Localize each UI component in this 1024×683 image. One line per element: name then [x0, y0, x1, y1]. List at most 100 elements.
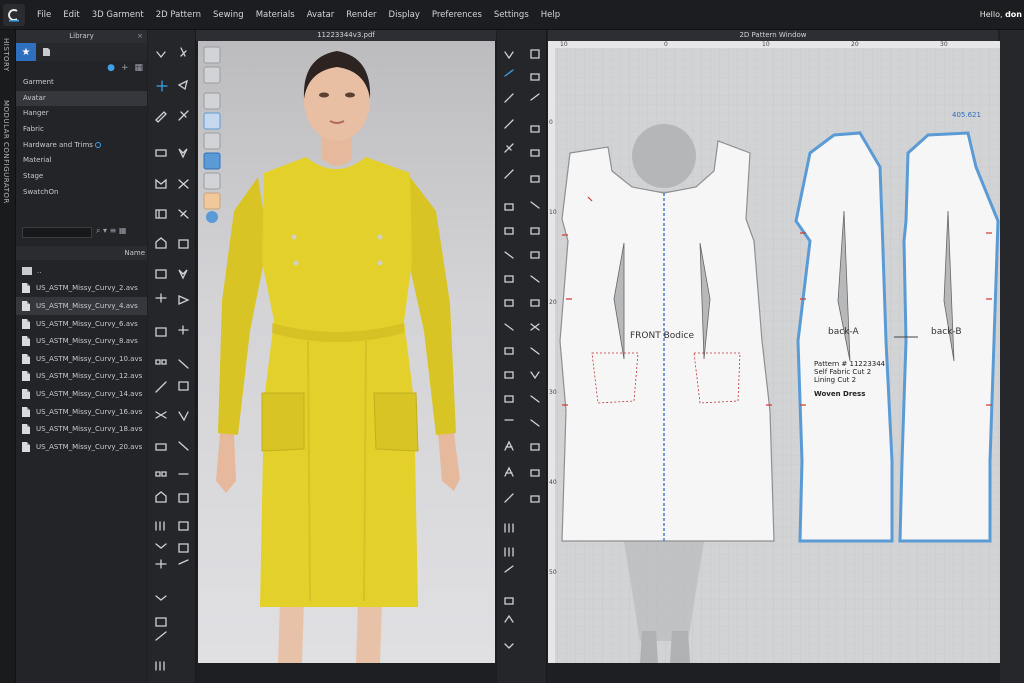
file-icon	[22, 424, 30, 435]
file-name: US_ASTM_Missy_Curvy_16.avs	[36, 407, 143, 416]
ruler-label: 10	[549, 209, 557, 216]
2d-tool-icons[interactable]	[497, 30, 547, 683]
menu-help[interactable]: Help	[535, 10, 566, 20]
library-folder-icon[interactable]	[36, 43, 56, 61]
file-icon	[22, 300, 30, 311]
3d-viewport[interactable]	[198, 41, 495, 663]
menu-2d-pattern[interactable]: 2D Pattern	[150, 10, 207, 20]
folder-icon	[22, 266, 32, 275]
list-item[interactable]: US_ASTM_Missy_Curvy_18.avs	[16, 420, 147, 438]
list-view-icon[interactable]: ≡	[110, 226, 117, 235]
library-category-garment[interactable]: Garment	[16, 75, 147, 91]
list-item[interactable]: US_ASTM_Missy_Curvy_2.avs	[16, 280, 147, 298]
list-item[interactable]: US_ASTM_Missy_Curvy_8.avs	[16, 332, 147, 350]
list-item[interactable]: US_ASTM_Missy_Curvy_10.avs	[16, 350, 147, 368]
back-b-label[interactable]: back-B	[931, 327, 962, 337]
ruler-label: 30	[549, 389, 557, 396]
file-name: US_ASTM_Missy_Curvy_2.avs	[36, 284, 138, 293]
file-icon	[22, 441, 30, 452]
library-close-icon[interactable]: ×	[137, 30, 143, 43]
user-name: don	[1005, 10, 1022, 19]
library-category-hanger[interactable]: Hanger	[16, 106, 147, 122]
app-logo-icon[interactable]	[3, 3, 25, 26]
list-item[interactable]: US_ASTM_Missy_Curvy_4.avs	[16, 297, 147, 315]
file-icon	[22, 318, 30, 329]
user-greeting[interactable]: Hello, don	[980, 10, 1022, 19]
ruler-label: 50	[549, 569, 557, 576]
modular-configurator-tab[interactable]: MODULAR CONFIGURATOR	[2, 100, 10, 204]
front-bodice-label[interactable]: FRONT Bodice	[630, 331, 694, 341]
menu-display[interactable]: Display	[383, 10, 426, 20]
menu-avatar[interactable]: Avatar	[301, 10, 341, 20]
library-header: Library ×	[16, 30, 147, 43]
library-category-fabric[interactable]: Fabric	[16, 122, 147, 138]
history-tab[interactable]: HISTORY	[2, 38, 10, 72]
ruler-label: 0	[549, 119, 553, 126]
file-icon	[22, 406, 30, 417]
3d-window-header: 11223344v3.pdf	[196, 30, 496, 41]
chevron-down-icon[interactable]: ▾	[103, 226, 107, 235]
annotation-line: Self Fabric Cut 2	[814, 368, 872, 376]
library-category-material[interactable]: Material	[16, 153, 147, 169]
ruler-label: 30	[940, 41, 948, 48]
list-item[interactable]: US_ASTM_Missy_Curvy_6.avs	[16, 315, 147, 333]
menu-3d-garment[interactable]: 3D Garment	[86, 10, 150, 20]
hardware-label: Hardware and Trims	[23, 140, 93, 149]
file-name: US_ASTM_Missy_Curvy_4.avs	[36, 301, 138, 310]
menu-file[interactable]: File	[31, 10, 57, 20]
ruler-label: 20	[549, 299, 557, 306]
file-name: US_ASTM_Missy_Curvy_6.avs	[36, 319, 138, 328]
favorites-star-icon[interactable]: ★	[16, 43, 36, 61]
pattern-annotation: Pattern # 11223344 Self Fabric Cut 2 Lin…	[814, 360, 885, 398]
list-item[interactable]: US_ASTM_Missy_Curvy_12.avs	[16, 368, 147, 386]
list-item[interactable]: US_ASTM_Missy_Curvy_20.avs	[16, 438, 147, 456]
ruler-label: 10	[560, 41, 568, 48]
view-tool-icons[interactable]	[202, 45, 222, 225]
ruler-label: 0	[664, 41, 668, 48]
menu-bar: File Edit 3D Garment 2D Pattern Sewing M…	[0, 0, 1024, 30]
2d-window-header: 2D Pattern Window	[548, 30, 998, 41]
menu-render[interactable]: Render	[340, 10, 382, 20]
library-category-stage[interactable]: Stage	[16, 169, 147, 185]
file-icon	[22, 371, 30, 382]
download-icon[interactable]: ●	[107, 63, 115, 73]
menu-preferences[interactable]: Preferences	[426, 10, 488, 20]
2d-pattern-canvas[interactable]: 10 0 10 20 30 0 10 20 30 40 50 405.621 F…	[548, 41, 1000, 663]
parent-folder-label: ..	[37, 266, 42, 275]
file-name: US_ASTM_Missy_Curvy_12.avs	[36, 372, 143, 381]
thumbnail-view-icon[interactable]: ▦	[119, 226, 127, 235]
grid-view-icon[interactable]: ▦	[134, 63, 143, 73]
file-name: US_ASTM_Missy_Curvy_18.avs	[36, 425, 143, 434]
name-column-header[interactable]: Name	[16, 246, 147, 260]
file-icon	[22, 336, 30, 347]
3d-window-title: 11223344v3.pdf	[317, 31, 375, 39]
file-list: .. US_ASTM_Missy_Curvy_2.avs US_ASTM_Mis…	[16, 262, 147, 456]
3d-toolbar	[148, 30, 196, 683]
2d-window-title: 2D Pattern Window	[739, 31, 807, 39]
list-item[interactable]: US_ASTM_Missy_Curvy_14.avs	[16, 385, 147, 403]
list-item[interactable]: US_ASTM_Missy_Curvy_16.avs	[16, 403, 147, 421]
3d-view-tools	[202, 45, 222, 227]
library-search-input[interactable]	[22, 227, 92, 238]
search-icon[interactable]: ⌕	[96, 226, 100, 235]
library-categories: Garment Avatar Hanger Fabric Hardware an…	[16, 75, 147, 201]
3d-tool-icons[interactable]	[148, 30, 196, 683]
menu-materials[interactable]: Materials	[250, 10, 301, 20]
parent-folder-row[interactable]: ..	[16, 262, 147, 280]
menu-edit[interactable]: Edit	[57, 10, 85, 20]
sync-icon	[94, 141, 101, 148]
add-icon[interactable]: +	[121, 63, 129, 73]
menu-sewing[interactable]: Sewing	[207, 10, 250, 20]
file-name: US_ASTM_Missy_Curvy_10.avs	[36, 354, 143, 363]
file-icon	[22, 353, 30, 364]
2d-toolbar	[497, 30, 547, 683]
right-panel-edge	[1000, 30, 1024, 683]
annotation-line: Woven Dress	[814, 390, 866, 398]
back-a-label[interactable]: back-A	[828, 327, 859, 337]
library-category-swatchon[interactable]: SwatchOn	[16, 185, 147, 201]
file-name: US_ASTM_Missy_Curvy_8.avs	[36, 337, 138, 346]
library-category-avatar[interactable]: Avatar	[16, 90, 147, 107]
library-category-hardware-and-trims[interactable]: Hardware and Trims	[16, 138, 147, 154]
menu-settings[interactable]: Settings	[488, 10, 535, 20]
library-panel: Library × ★ ● + ▦ Garment Avatar Hanger …	[16, 30, 147, 683]
